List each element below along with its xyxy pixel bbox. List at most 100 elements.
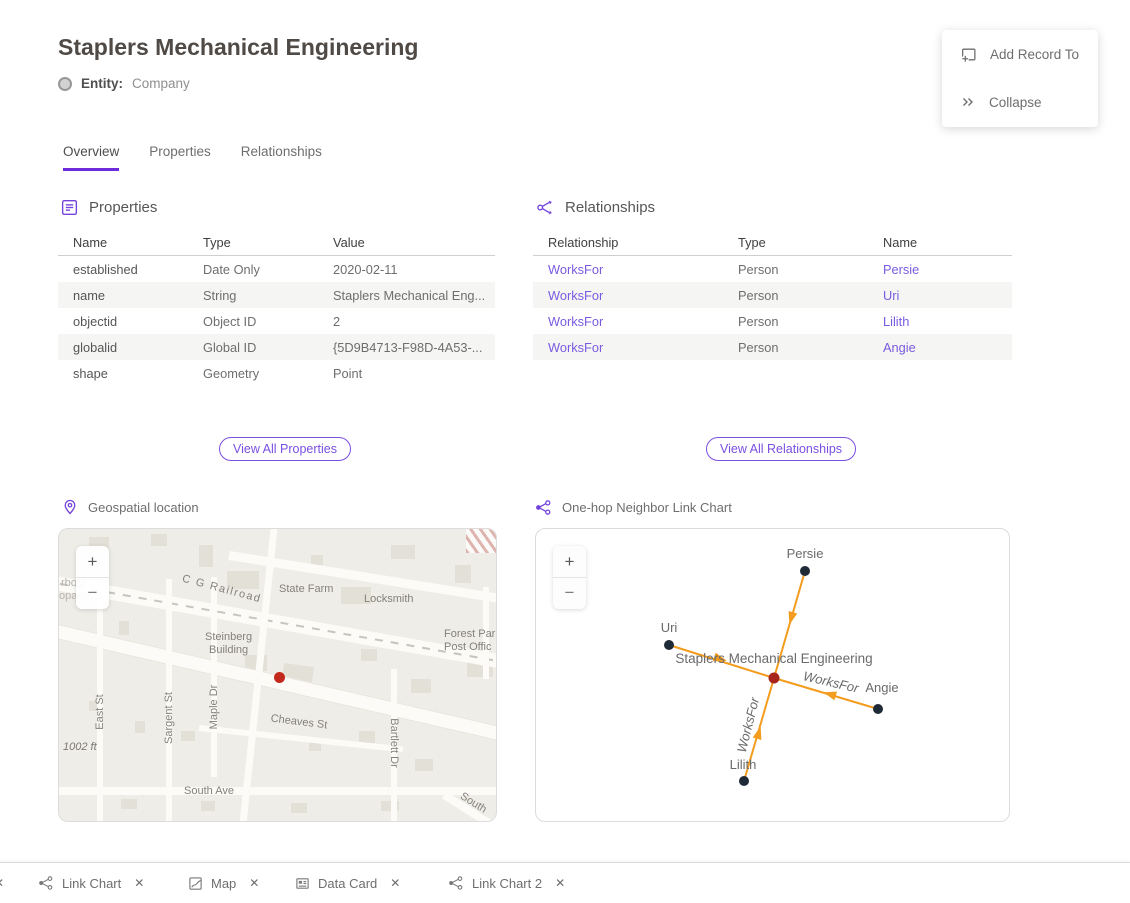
map-scale-text: 1002 ft <box>63 741 97 753</box>
page-title: Staplers Mechanical Engineering <box>58 34 418 61</box>
link-chart-canvas <box>536 529 1010 822</box>
map-label-steinberg2: Building <box>209 644 248 656</box>
rel-type: Person <box>723 262 868 277</box>
col-type: Type <box>188 235 318 250</box>
close-icon[interactable]: ✕ <box>134 876 144 890</box>
clipped-tab-close[interactable]: ✕ <box>0 863 4 903</box>
map-label-steinberg: Steinberg <box>205 631 252 643</box>
prop-name: objectid <box>58 314 188 329</box>
table-row: shape Geometry Point <box>58 360 495 386</box>
tab-relationships[interactable]: Relationships <box>241 144 322 171</box>
prop-name: globalid <box>58 340 188 355</box>
relationships-icon <box>536 198 555 217</box>
link-chart-icon <box>448 875 464 891</box>
map-label-sargent-st: Sargent St <box>163 692 175 744</box>
relationships-table-header: Relationship Type Name <box>533 230 1012 256</box>
linkchart-zoom-control: + − <box>553 546 586 609</box>
relationship-link[interactable]: WorksFor <box>533 288 723 303</box>
view-tab-link-chart-2[interactable]: Link Chart 2 ✕ <box>448 863 565 903</box>
properties-table-header: Name Type Value <box>58 230 495 256</box>
map-icon <box>188 876 203 891</box>
add-record-icon <box>960 46 977 63</box>
related-entity-link[interactable]: Angie <box>868 340 1012 355</box>
map-label-state-farm: State Farm <box>279 583 333 595</box>
view-tab-label: Link Chart <box>62 876 121 891</box>
node-label-lilith[interactable]: Lilith <box>730 757 757 772</box>
close-icon[interactable]: ✕ <box>555 876 565 890</box>
relationship-link[interactable]: WorksFor <box>533 340 723 355</box>
rel-type: Person <box>723 314 868 329</box>
view-tab-label: Data Card <box>318 876 377 891</box>
view-tab-data-card[interactable]: Data Card ✕ <box>295 863 400 903</box>
entity-row: Entity: Company <box>58 76 190 91</box>
linkchart-zoom-out-button[interactable]: − <box>553 577 586 608</box>
node-label-uri[interactable]: Uri <box>661 620 678 635</box>
view-tab-map[interactable]: Map ✕ <box>188 863 259 903</box>
tab-overview[interactable]: Overview <box>63 144 119 171</box>
map-pin-icon <box>62 499 78 515</box>
entity-type-icon <box>58 77 72 91</box>
related-entity-link[interactable]: Persie <box>868 262 1012 277</box>
relationship-link[interactable]: WorksFor <box>533 262 723 277</box>
close-icon[interactable]: ✕ <box>0 876 4 890</box>
node-label-angie[interactable]: Angie <box>865 680 898 695</box>
close-icon[interactable]: ✕ <box>390 876 400 890</box>
table-row: WorksFor Person Angie <box>533 334 1012 360</box>
collapse-icon <box>960 94 976 110</box>
entity-location-marker[interactable] <box>274 672 285 683</box>
table-row: established Date Only 2020-02-11 <box>58 256 495 282</box>
card-tabs: Overview Properties Relationships <box>63 144 322 171</box>
map-label-locksmith: Locksmith <box>364 593 414 605</box>
one-hop-link-chart[interactable]: Persie Uri Staplers Mechanical Engineeri… <box>535 528 1010 822</box>
map-zoom-in-button[interactable]: + <box>76 546 109 577</box>
close-icon[interactable]: ✕ <box>249 876 259 890</box>
collapse-label: Collapse <box>989 95 1042 110</box>
relationship-link[interactable]: WorksFor <box>533 314 723 329</box>
node-label-center[interactable]: Staplers Mechanical Engineering <box>675 651 872 666</box>
col-value: Value <box>318 235 495 250</box>
related-entity-link[interactable]: Lilith <box>868 314 1012 329</box>
relationships-section-title: Relationships <box>565 199 655 216</box>
view-tab-label: Link Chart 2 <box>472 876 542 891</box>
prop-value: 2020-02-11 <box>318 262 495 277</box>
table-row: globalid Global ID {5D9B4713-F98D-4A53-.… <box>58 334 495 360</box>
add-record-label: Add Record To <box>990 47 1079 62</box>
rel-type: Person <box>723 288 868 303</box>
table-row: objectid Object ID 2 <box>58 308 495 334</box>
collapse-menu-item[interactable]: Collapse <box>942 78 1098 126</box>
table-row: name String Staplers Mechanical Eng... <box>58 282 495 308</box>
properties-table: Name Type Value established Date Only 20… <box>58 230 495 386</box>
col-relationship: Relationship <box>533 235 723 250</box>
related-entity-link[interactable]: Uri <box>868 288 1012 303</box>
col-name: Name <box>868 235 1012 250</box>
view-all-properties-button[interactable]: View All Properties <box>219 437 351 461</box>
node-label-persie[interactable]: Persie <box>787 546 824 561</box>
map-label-east-st: East St <box>94 694 106 729</box>
relationships-table: Relationship Type Name WorksFor Person P… <box>533 230 1012 360</box>
map-label-maple-dr: Maple Dr <box>208 685 220 730</box>
prop-type: Geometry <box>188 366 318 381</box>
prop-type: Global ID <box>188 340 318 355</box>
prop-name: name <box>58 288 188 303</box>
prop-type: String <box>188 288 318 303</box>
rel-type: Person <box>723 340 868 355</box>
entity-label: Entity: <box>81 76 123 91</box>
view-tab-label: Map <box>211 876 236 891</box>
add-record-to-menu-item[interactable]: Add Record To <box>942 30 1098 78</box>
prop-value: Point <box>318 366 495 381</box>
map-label-post-office: Post Offic <box>444 641 491 653</box>
view-all-relationships-button[interactable]: View All Relationships <box>706 437 856 461</box>
map-label-forest-park: Forest Par <box>444 628 495 640</box>
properties-section-header: Properties <box>60 198 157 217</box>
geospatial-map[interactable]: rbour opaedics C G Railroad State Farm L… <box>58 528 497 822</box>
entity-value: Company <box>132 76 190 91</box>
view-tab-link-chart[interactable]: Link Chart ✕ <box>38 863 144 903</box>
view-tabs-bar: ✕ Link Chart ✕ Map ✕ Data Card ✕ <box>0 862 1130 903</box>
tab-properties[interactable]: Properties <box>149 144 211 171</box>
col-name: Name <box>58 235 188 250</box>
map-zoom-out-button[interactable]: − <box>76 577 109 608</box>
prop-value: {5D9B4713-F98D-4A53-... <box>318 340 495 355</box>
link-chart-icon <box>38 875 54 891</box>
linkchart-zoom-in-button[interactable]: + <box>553 546 586 577</box>
linkchart-section-title: One-hop Neighbor Link Chart <box>562 500 732 515</box>
